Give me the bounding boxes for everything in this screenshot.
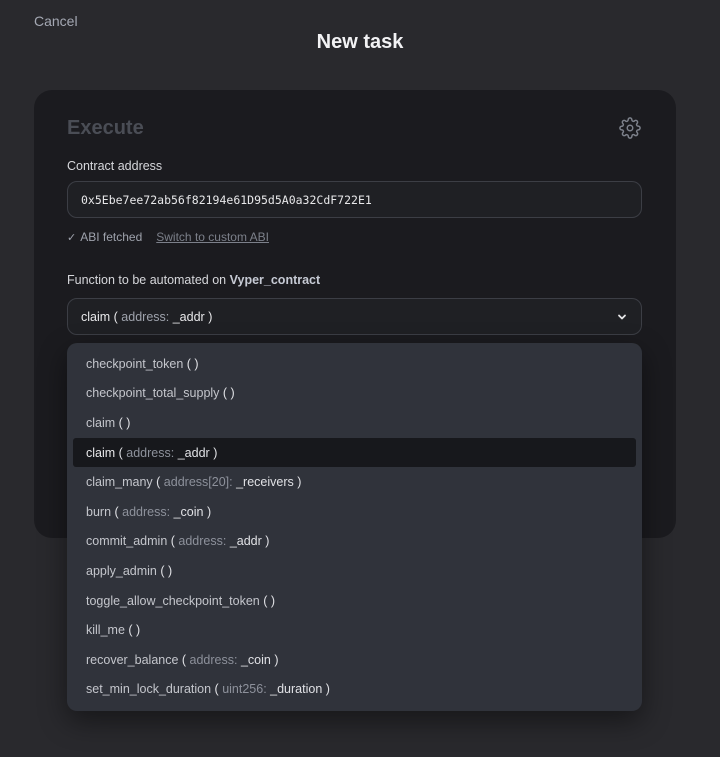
selected-function: claim ( address: _addr ) [81, 309, 213, 324]
function-option-param-name: _duration [270, 682, 323, 697]
function-option-name: claim_many [86, 475, 153, 490]
contract-address-label: Contract address [67, 159, 163, 173]
function-option-param-type: address: [126, 445, 175, 460]
contract-address-input[interactable]: 0x5Ebe7ee72ab56f82194e61D95d5A0a32CdF722… [67, 181, 642, 218]
function-option-name: burn [86, 504, 112, 519]
function-option-param-type: uint256: [222, 682, 267, 697]
cancel-button[interactable]: Cancel [34, 13, 78, 29]
function-option[interactable]: checkpoint_token ( ) [73, 349, 636, 379]
function-option-param-name: _addr [229, 534, 262, 549]
function-option-name: commit_admin [86, 534, 168, 549]
function-option[interactable]: claim_many ( address[20]: _receivers ) [73, 467, 636, 497]
function-option-name: recover_balance [86, 652, 179, 667]
function-option-param-type: address[20]: [163, 475, 233, 490]
function-option-name: apply_admin [86, 563, 157, 578]
function-option[interactable]: burn ( address: _coin ) [73, 497, 636, 527]
function-option-param-type: address: [178, 534, 227, 549]
card-title: Execute [67, 117, 144, 139]
function-select[interactable]: claim ( address: _addr ) [67, 298, 642, 335]
function-option[interactable]: set_min_lock_duration ( uint256: _durati… [73, 675, 636, 705]
selected-function-name: claim [81, 309, 111, 324]
function-option-param-type: address: [122, 504, 171, 519]
chevron-down-icon [618, 314, 626, 319]
function-option-param-name: _coin [240, 652, 271, 667]
function-option-name: claim [86, 445, 116, 460]
function-option[interactable]: claim ( ) [73, 408, 636, 438]
contract-name: Vyper_contract [229, 273, 321, 287]
function-option-name: toggle_allow_checkpoint_token [86, 593, 260, 608]
function-option-name: checkpoint_total_supply [86, 386, 220, 401]
page-title: New task [316, 31, 404, 53]
function-option-name: claim [86, 415, 116, 430]
selected-function-param-name: _addr [172, 309, 205, 324]
gear-icon[interactable] [619, 117, 641, 139]
function-option[interactable]: commit_admin ( address: _addr ) [73, 527, 636, 557]
switch-custom-abi-link[interactable]: Switch to custom ABI [156, 230, 269, 244]
function-option[interactable]: recover_balance ( address: _coin ) [73, 645, 636, 675]
contract-address-value: 0x5Ebe7ee72ab56f82194e61D95d5A0a32CdF722… [81, 192, 372, 207]
function-option-param-type: address: [189, 652, 238, 667]
check-icon: ✓ [67, 231, 77, 244]
function-option-param-name: _receivers [236, 475, 294, 490]
function-option-name: checkpoint_token [86, 356, 184, 371]
function-option[interactable]: toggle_allow_checkpoint_token ( ) [73, 586, 636, 616]
function-option[interactable]: kill_me ( ) [73, 615, 636, 645]
function-option-param-name: _addr [177, 445, 210, 460]
selected-function-param-type: address: [121, 309, 170, 324]
function-label: Function to be automated on Vyper_contra… [67, 273, 320, 287]
function-option-param-name: _coin [173, 504, 204, 519]
function-option[interactable]: claim ( address: _addr ) [73, 437, 636, 468]
function-option-name: kill_me [86, 623, 125, 638]
function-option-name: set_min_lock_duration [86, 682, 212, 697]
function-option[interactable]: apply_admin ( ) [73, 556, 636, 586]
function-dropdown: checkpoint_token ( ) checkpoint_total_sup… [67, 343, 642, 711]
function-label-text: Function to be automated on [67, 273, 230, 287]
function-option[interactable]: checkpoint_total_supply ( ) [73, 379, 636, 409]
abi-status-text: ABI fetched [80, 230, 143, 244]
abi-status-row: ✓ ABI fetched Switch to custom ABI [67, 230, 269, 244]
